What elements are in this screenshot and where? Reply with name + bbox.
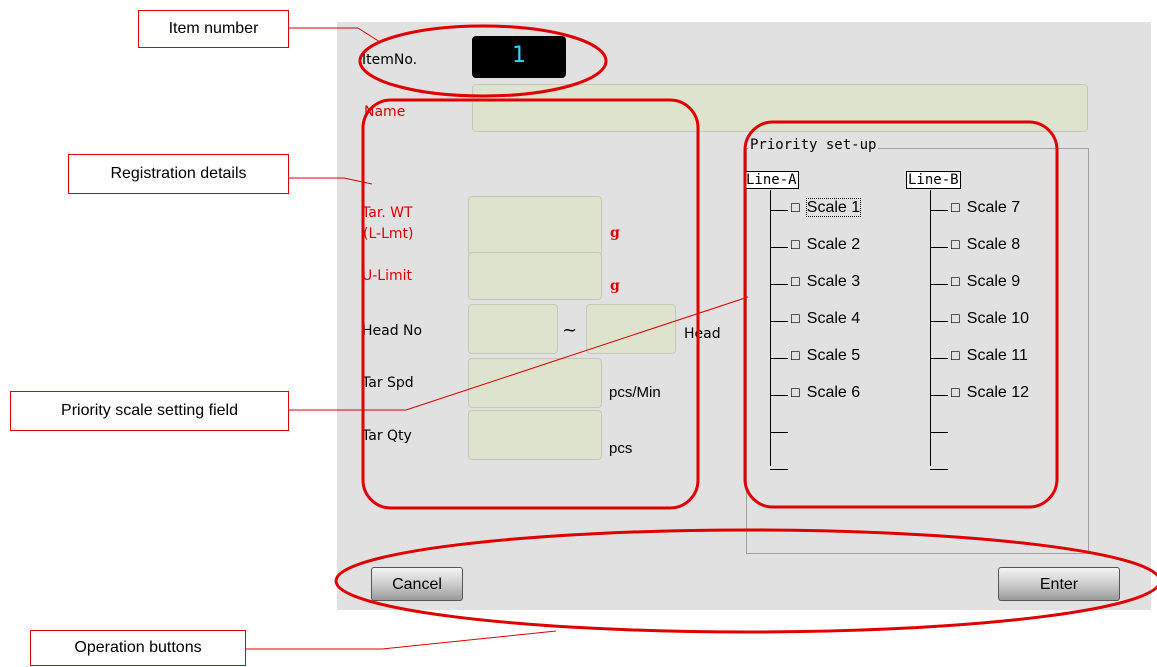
callout-registration-details: Registration details xyxy=(68,154,289,194)
callout-priority-scale: Priority scale setting field xyxy=(10,391,289,431)
registration-details-highlight xyxy=(361,98,700,510)
item-number-highlight xyxy=(358,24,608,98)
priority-scale-highlight xyxy=(743,120,1059,509)
operation-buttons-highlight xyxy=(334,528,1157,634)
annotation-overlay xyxy=(246,24,1157,650)
callout-item-number: Item number xyxy=(138,10,289,48)
callout-operation-buttons: Operation buttons xyxy=(30,630,246,666)
